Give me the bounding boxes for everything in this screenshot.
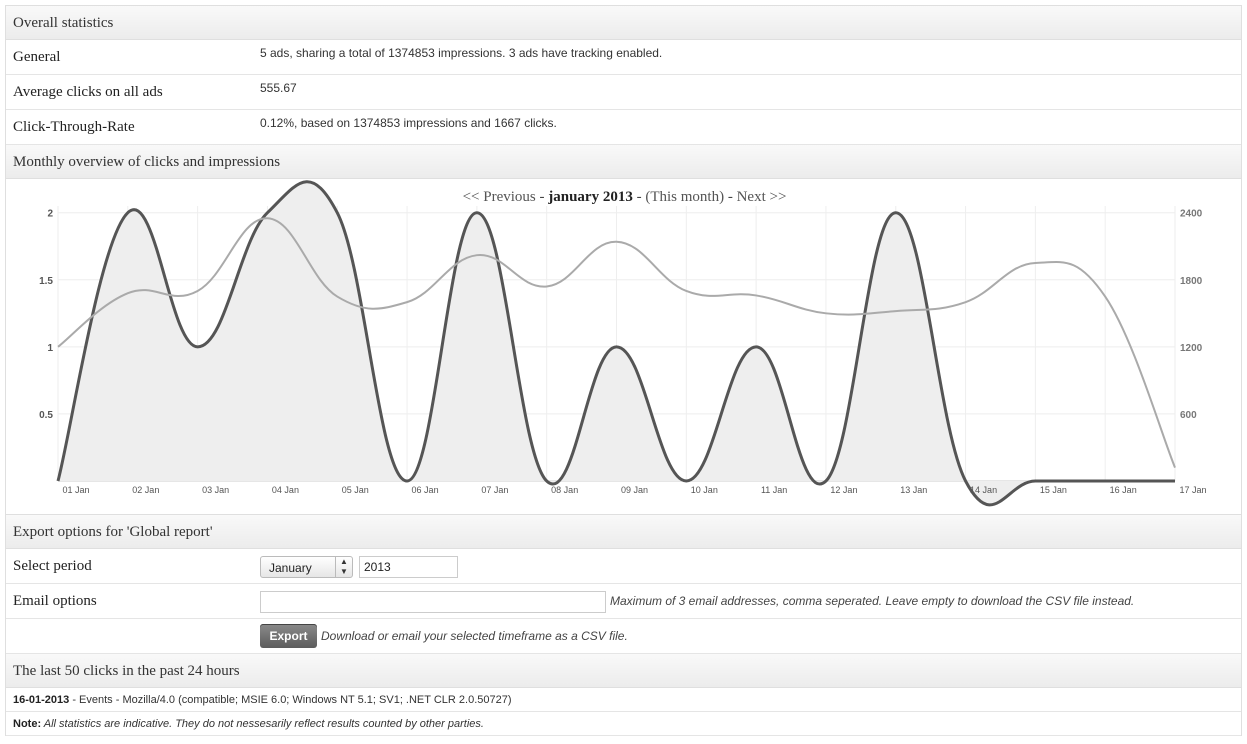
email-hint: Maximum of 3 email addresses, comma sepe… bbox=[610, 594, 1135, 608]
average-clicks-value: 555.67 bbox=[260, 81, 297, 95]
this-month-link[interactable]: (This month) bbox=[645, 189, 724, 205]
stats-panel: Overall statistics General 5 ads, sharin… bbox=[5, 5, 1242, 736]
overall-statistics-header: Overall statistics bbox=[6, 6, 1241, 40]
monthly-overview-header: Monthly overview of clicks and impressio… bbox=[6, 145, 1241, 179]
current-month-label: january 2013 bbox=[548, 189, 633, 205]
note-label: Note: bbox=[13, 718, 42, 730]
x-tick-label: 12 Jan bbox=[830, 485, 857, 495]
year-input[interactable]: 2013 bbox=[359, 556, 458, 578]
email-input[interactable] bbox=[260, 591, 606, 613]
list-item: 16-01-2013 - Events - Mozilla/4.0 (compa… bbox=[6, 688, 1241, 712]
x-tick-label: 03 Jan bbox=[202, 485, 229, 495]
x-tick-label: 08 Jan bbox=[551, 485, 578, 495]
x-tick-label: 09 Jan bbox=[621, 485, 648, 495]
ctr-row: Click-Through-Rate 0.12%, based on 13748… bbox=[6, 110, 1241, 145]
y-left-tick-label: 0.5 bbox=[39, 410, 53, 421]
email-options-label: Email options bbox=[13, 593, 97, 609]
export-hint: Download or email your selected timefram… bbox=[321, 629, 628, 643]
month-select[interactable]: January ▲ ▼ bbox=[260, 556, 353, 578]
x-tick-label: 15 Jan bbox=[1040, 485, 1067, 495]
select-period-label: Select period bbox=[13, 558, 92, 574]
average-clicks-row: Average clicks on all ads 555.67 bbox=[6, 75, 1241, 110]
click-date: 16-01-2013 bbox=[13, 694, 70, 706]
nav-separator: - bbox=[535, 189, 549, 205]
y-right-tick-label: 600 bbox=[1180, 410, 1197, 421]
average-clicks-label: Average clicks on all ads bbox=[13, 84, 163, 100]
x-tick-label: 01 Jan bbox=[62, 485, 89, 495]
y-left-tick-label: 2 bbox=[47, 209, 53, 220]
x-tick-label: 04 Jan bbox=[272, 485, 299, 495]
monthly-chart: 0.5 1 1.5 2 600 1200 1800 2400 01 Jan 02 Jan 03 Ja… bbox=[39, 180, 1207, 507]
general-value: 5 ads, sharing a total of 1374853 impres… bbox=[260, 46, 663, 60]
month-select-value: January bbox=[269, 561, 312, 575]
ctr-value: 0.12%, based on 1374853 impressions and … bbox=[260, 116, 557, 130]
general-label: General bbox=[13, 49, 61, 65]
x-tick-label: 02 Jan bbox=[132, 485, 159, 495]
email-options-row: Email options Maximum of 3 email address… bbox=[6, 584, 1241, 619]
export-row: Export Download or email your selected t… bbox=[6, 619, 1241, 654]
month-navigation: << Previous - january 2013 - (This month… bbox=[6, 189, 1243, 206]
x-tick-label: 14 Jan bbox=[970, 485, 997, 495]
previous-month-link[interactable]: << Previous bbox=[463, 189, 536, 205]
nav-separator: - bbox=[632, 189, 646, 205]
select-arrows-icon: ▲ ▼ bbox=[335, 557, 352, 577]
export-options-header: Export options for 'Global report' bbox=[6, 515, 1241, 549]
x-tick-label: 11 Jan bbox=[761, 485, 787, 495]
x-tick-label: 10 Jan bbox=[691, 485, 718, 495]
y-left-tick-label: 1 bbox=[47, 343, 53, 354]
export-button[interactable]: Export bbox=[260, 624, 317, 648]
note-text: All statistics are indicative. They do n… bbox=[41, 718, 484, 730]
monthly-chart-area: 0.5 1 1.5 2 600 1200 1800 2400 01 Jan 02 Jan 03 Ja… bbox=[6, 179, 1241, 515]
y-right-tick-label: 2400 bbox=[1180, 209, 1203, 220]
next-month-link[interactable]: Next >> bbox=[737, 189, 787, 205]
nav-separator: - bbox=[724, 189, 737, 205]
x-tick-label: 16 Jan bbox=[1110, 485, 1137, 495]
note-row: Note: All statistics are indicative. The… bbox=[6, 712, 1241, 736]
general-row: General 5 ads, sharing a total of 137485… bbox=[6, 40, 1241, 75]
ctr-label: Click-Through-Rate bbox=[13, 119, 135, 135]
y-right-tick-label: 1200 bbox=[1180, 343, 1203, 354]
x-tick-label: 17 Jan bbox=[1179, 485, 1206, 495]
y-right-tick-label: 1800 bbox=[1180, 276, 1203, 287]
x-tick-label: 06 Jan bbox=[412, 485, 439, 495]
click-details: - Events - Mozilla/4.0 (compatible; MSIE… bbox=[69, 694, 512, 706]
x-tick-label: 05 Jan bbox=[342, 485, 369, 495]
y-left-tick-label: 1.5 bbox=[39, 276, 53, 287]
x-tick-label: 07 Jan bbox=[481, 485, 508, 495]
select-period-row: Select period January ▲ ▼ 2013 bbox=[6, 549, 1241, 584]
x-tick-label: 13 Jan bbox=[900, 485, 927, 495]
last-clicks-header: The last 50 clicks in the past 24 hours bbox=[6, 654, 1241, 688]
